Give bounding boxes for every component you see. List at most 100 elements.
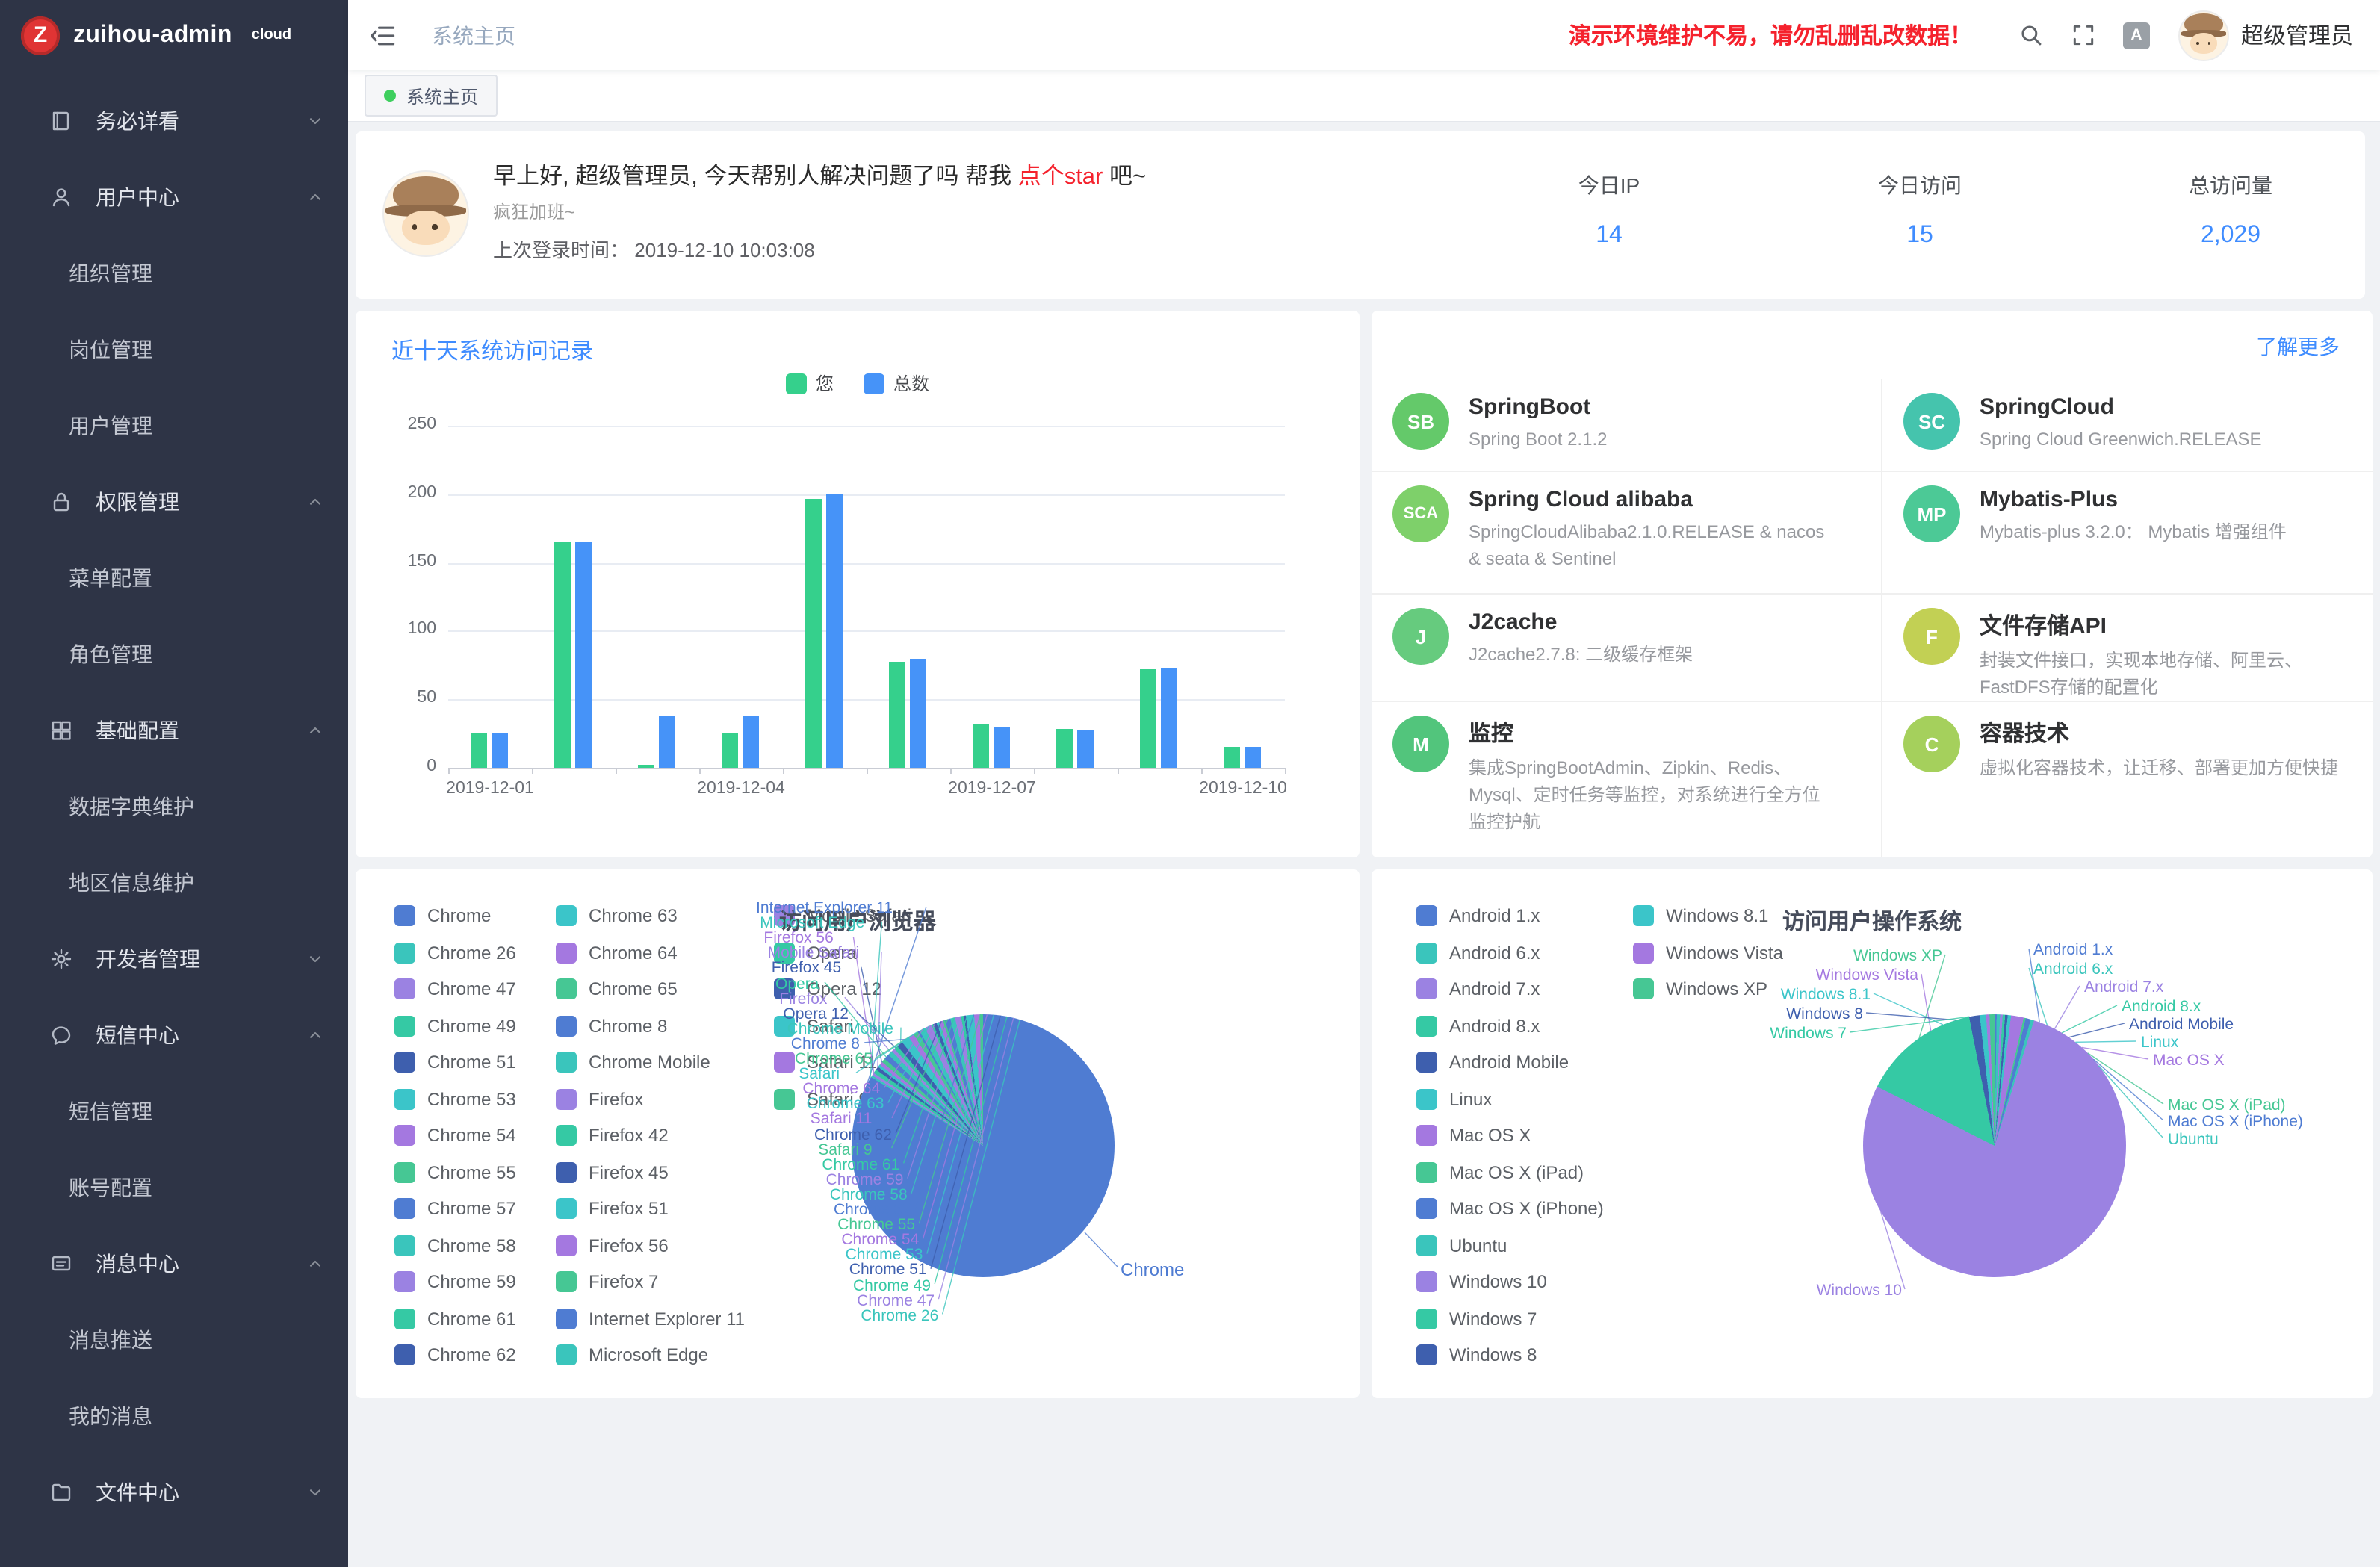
legend-item[interactable]: Chrome 26 xyxy=(394,942,516,963)
legend-item[interactable]: Windows 8 xyxy=(1416,1344,1537,1365)
legend-item-you[interactable]: 您 xyxy=(786,370,834,396)
legend-swatch xyxy=(556,1161,577,1182)
legend-label: Android 6.x xyxy=(1449,942,1540,963)
learn-more-link[interactable]: 了解更多 xyxy=(2256,332,2340,362)
sidebar-item[interactable]: 用户中心 xyxy=(0,158,348,235)
sidebar-item[interactable]: 务必详看 xyxy=(0,82,348,158)
legend-item[interactable]: Linux xyxy=(1416,1088,1492,1109)
grid-icon xyxy=(49,718,73,742)
x-axis-tick xyxy=(699,768,701,774)
sidebar-subitem[interactable]: 短信管理 xyxy=(0,1073,348,1149)
legend-item[interactable]: Android Mobile xyxy=(1416,1052,1569,1073)
greeting-text: 早上好, 超级管理员, 今天帮别人解决问题了吗 帮我 xyxy=(493,164,1018,190)
legend-item[interactable]: Chrome 51 xyxy=(394,1052,516,1073)
font-size-icon[interactable]: A xyxy=(2123,22,2150,49)
sidebar-subitem[interactable]: 菜单配置 xyxy=(0,539,348,615)
stat-value[interactable]: 14 xyxy=(1504,223,1714,249)
legend-item[interactable]: Windows XP xyxy=(1633,978,1767,999)
legend-item[interactable]: Android 6.x xyxy=(1416,942,1540,963)
x-axis-tick xyxy=(950,768,952,774)
legend-swatch xyxy=(394,1052,415,1073)
pie-callout-label: Linux xyxy=(2141,1034,2178,1052)
legend-item[interactable]: Firefox 51 xyxy=(556,1198,669,1219)
legend-swatch xyxy=(1416,1198,1437,1219)
breadcrumb[interactable]: 系统主页 xyxy=(432,20,515,50)
stat-value[interactable]: 15 xyxy=(1815,223,2024,249)
legend-item[interactable]: Firefox 7 xyxy=(556,1271,658,1292)
legend-swatch xyxy=(1416,1161,1437,1182)
sidebar-subitem[interactable]: 岗位管理 xyxy=(0,311,348,387)
legend-item[interactable]: Chrome 64 xyxy=(556,942,678,963)
legend-item[interactable]: Android 7.x xyxy=(1416,978,1540,999)
fullscreen-icon[interactable] xyxy=(2071,22,2096,48)
stat-value[interactable]: 2,029 xyxy=(2126,223,2335,249)
sidebar-subitem[interactable]: 组织管理 xyxy=(0,235,348,311)
module-text: Spring Cloud alibabaSpringCloudAlibaba2.… xyxy=(1469,485,1835,572)
sidebar-subitem[interactable]: 角色管理 xyxy=(0,615,348,692)
tab-home[interactable]: 系统主页 xyxy=(365,75,498,117)
legend-item[interactable]: Chrome 53 xyxy=(394,1088,516,1109)
legend-item[interactable]: Chrome 58 xyxy=(394,1235,516,1256)
sidebar-subitem[interactable]: 账号配置 xyxy=(0,1149,348,1225)
sidebar-item[interactable]: 基础配置 xyxy=(0,692,348,768)
callout-line xyxy=(878,952,881,1067)
sidebar-item[interactable]: 短信中心 xyxy=(0,996,348,1073)
sidebar-subitem[interactable]: 我的消息 xyxy=(0,1377,348,1453)
legend-item[interactable]: Mac OS X (iPad) xyxy=(1416,1161,1584,1182)
legend-swatch xyxy=(394,942,415,963)
legend-label: Ubuntu xyxy=(1449,1235,1507,1256)
star-link[interactable]: 点个star xyxy=(1018,164,1103,190)
legend-item[interactable]: Android 8.x xyxy=(1416,1015,1540,1036)
legend-item[interactable]: Chrome 61 xyxy=(394,1308,516,1329)
legend-item[interactable]: Windows 7 xyxy=(1416,1308,1537,1329)
legend-item[interactable]: Chrome 59 xyxy=(394,1271,516,1292)
legend-item[interactable]: Chrome 57 xyxy=(394,1198,516,1219)
legend-item-total[interactable]: 总数 xyxy=(864,370,929,396)
module-title: Mybatis-Plus xyxy=(1980,487,2287,512)
user-avatar[interactable] xyxy=(2178,10,2229,60)
sidebar-subitem[interactable]: 数据字典维护 xyxy=(0,768,348,844)
legend-item[interactable]: Ubuntu xyxy=(1416,1235,1507,1256)
legend-item[interactable]: Windows Vista xyxy=(1633,942,1783,963)
sidebar-subitem[interactable]: 地区信息维护 xyxy=(0,844,348,920)
sidebar-collapse-icon[interactable] xyxy=(369,22,396,49)
legend-label: Windows 8 xyxy=(1449,1344,1537,1365)
sidebar-item[interactable]: 权限管理 xyxy=(0,463,348,539)
legend-item[interactable]: Firefox 45 xyxy=(556,1161,669,1182)
legend-label: Firefox 51 xyxy=(589,1198,669,1219)
legend-item[interactable]: Internet Explorer 11 xyxy=(556,1308,745,1329)
sidebar-subitem[interactable]: 消息推送 xyxy=(0,1301,348,1377)
bar-chart-legend: 您 总数 xyxy=(356,370,1360,396)
bar-chart-title: 近十天系统访问记录 xyxy=(391,335,593,366)
legend-item[interactable]: Mac OS X (iPhone) xyxy=(1416,1198,1604,1219)
legend-item[interactable]: Firefox 42 xyxy=(556,1125,669,1146)
search-icon[interactable] xyxy=(2018,22,2044,48)
sidebar-item[interactable]: 开发者管理 xyxy=(0,920,348,996)
legend-item[interactable]: Chrome Mobile xyxy=(556,1052,710,1073)
gridline xyxy=(448,699,1285,701)
sidebar-item[interactable]: 文件中心 xyxy=(0,1453,348,1530)
module-title: J2cache xyxy=(1469,609,1693,635)
os-pie[interactable] xyxy=(1863,1014,2126,1277)
legend-item[interactable]: Chrome 65 xyxy=(556,978,678,999)
legend-item[interactable]: Chrome 49 xyxy=(394,1015,516,1036)
legend-item[interactable]: Firefox xyxy=(556,1088,643,1109)
bar-total xyxy=(1245,748,1261,768)
legend-item[interactable]: Chrome 54 xyxy=(394,1125,516,1146)
sidebar-item[interactable]: 消息中心 xyxy=(0,1225,348,1301)
sidebar-subitem[interactable]: 用户管理 xyxy=(0,387,348,463)
sidebar-item-label: 用户中心 xyxy=(96,181,306,211)
sidebar-item-label: 短信中心 xyxy=(96,1020,306,1049)
legend-item[interactable]: Mac OS X xyxy=(1416,1125,1531,1146)
legend-item[interactable]: Chrome 8 xyxy=(556,1015,667,1036)
module-badge: SC xyxy=(1903,393,1960,450)
legend-item[interactable]: Chrome 55 xyxy=(394,1161,516,1182)
logo[interactable]: Z zuihou-admin cloud xyxy=(0,0,348,70)
current-user-name[interactable]: 超级管理员 xyxy=(2241,19,2353,51)
legend-item[interactable]: Microsoft Edge xyxy=(556,1344,708,1365)
pie-callout-label: Windows 8 xyxy=(1786,1005,1863,1023)
legend-item[interactable]: Windows 10 xyxy=(1416,1271,1547,1292)
legend-item[interactable]: Firefox 56 xyxy=(556,1235,669,1256)
legend-item[interactable]: Chrome 47 xyxy=(394,978,516,999)
legend-item[interactable]: Chrome 62 xyxy=(394,1344,516,1365)
